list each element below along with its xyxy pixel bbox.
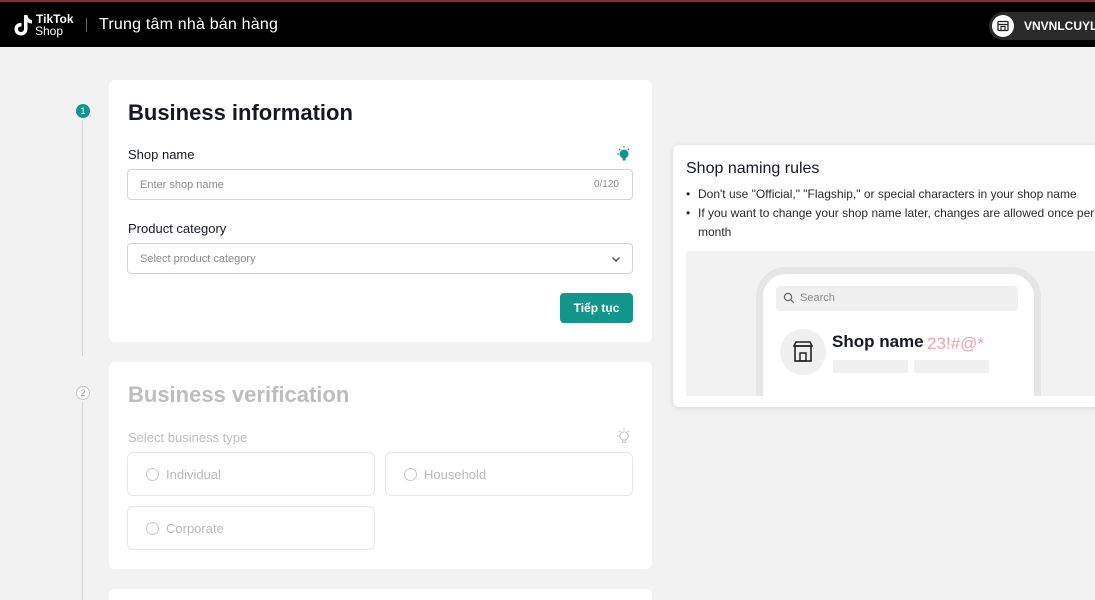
- option-label: Household: [424, 467, 487, 482]
- top-bar: TikTok Shop Trung tâm nhà bán hàng VNVNL…: [0, 0, 1095, 47]
- radio-icon[interactable]: [404, 468, 417, 481]
- business-type-option-individual[interactable]: Individual: [127, 452, 375, 496]
- naming-rule-item: If you want to change your shop name lat…: [686, 204, 1095, 242]
- account-name: VNVNLCUYLY: [1024, 19, 1095, 33]
- preview-placeholder-bar: [914, 360, 989, 373]
- preview-shop-name: Shop name: [832, 332, 924, 351]
- radio-icon[interactable]: [146, 522, 159, 535]
- preview-invalid-characters: 23!#@*: [927, 334, 984, 353]
- business-verification-title: Business verification: [128, 382, 350, 407]
- product-category-select[interactable]: Select product category: [127, 243, 633, 274]
- naming-rules-list: Don't use "Official," "Flagship," or spe…: [686, 185, 1095, 242]
- step-connector: [82, 120, 83, 356]
- logo-line2: Shop: [35, 24, 64, 38]
- naming-rule-item: Don't use "Official," "Flagship," or spe…: [686, 185, 1095, 204]
- preview-placeholder-bar: [833, 360, 908, 373]
- account-menu[interactable]: VNVNLCUYLY: [989, 12, 1095, 40]
- chevron-down-icon: [612, 257, 620, 262]
- step-connector: [82, 402, 83, 600]
- header-divider: [86, 18, 87, 32]
- search-icon: [783, 292, 795, 304]
- product-category-label: Product category: [128, 221, 227, 236]
- preview-search-bar: Search: [776, 286, 1018, 311]
- step-indicator-2: 2: [76, 386, 90, 400]
- next-step-card: [109, 589, 652, 600]
- business-verification-card: Business verification Select business ty…: [109, 362, 652, 569]
- shop-name-label: Shop name: [128, 147, 195, 162]
- business-type-option-household[interactable]: Household: [385, 452, 633, 496]
- option-label: Corporate: [166, 521, 224, 536]
- lightbulb-icon: [617, 428, 630, 443]
- shop-name-input[interactable]: Enter shop name 0/120: [127, 169, 633, 200]
- preview-search-placeholder: Search: [800, 292, 835, 304]
- store-icon: [997, 20, 1009, 32]
- shop-name-preview: Search Shop name 23!#@*: [686, 251, 1095, 396]
- phone-mockup: Search Shop name 23!#@*: [756, 267, 1041, 396]
- avatar: [992, 15, 1014, 37]
- naming-rules-title: Shop naming rules: [686, 160, 820, 177]
- business-information-title: Business information: [128, 100, 353, 125]
- lightbulb-icon[interactable]: [614, 144, 632, 162]
- business-type-option-corporate[interactable]: Corporate: [127, 506, 375, 550]
- shop-naming-rules-panel: Shop naming rules Don't use "Official," …: [673, 145, 1095, 407]
- option-label: Individual: [166, 467, 221, 482]
- continue-button[interactable]: Tiếp tục: [560, 293, 633, 323]
- tiktok-shop-logo[interactable]: TikTok Shop: [35, 13, 74, 38]
- business-type-label: Select business type: [128, 430, 248, 445]
- tooltip-arrow: [673, 156, 682, 174]
- character-counter: 0/120: [593, 179, 619, 190]
- business-information-card: Business information Shop name Enter sho…: [109, 80, 652, 342]
- tiktok-logo-icon[interactable]: [10, 12, 36, 38]
- store-icon: [792, 341, 814, 362]
- preview-store-avatar: [780, 329, 826, 375]
- step-indicator-1: 1: [76, 104, 90, 118]
- shop-name-placeholder: Enter shop name: [140, 179, 224, 191]
- product-category-placeholder: Select product category: [140, 253, 256, 265]
- radio-icon[interactable]: [146, 468, 159, 481]
- page-title: Trung tâm nhà bán hàng: [99, 16, 279, 33]
